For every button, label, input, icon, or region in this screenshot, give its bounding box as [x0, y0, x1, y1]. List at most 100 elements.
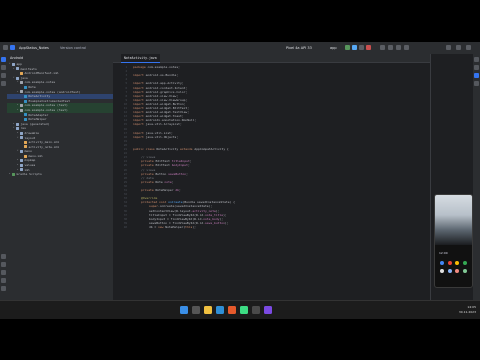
- start-menu-icon[interactable]: [180, 306, 188, 314]
- code-token: AppCompatActivity {: [194, 147, 229, 151]
- maximize-icon[interactable]: [456, 45, 461, 50]
- vcs-widget[interactable]: Version control: [58, 44, 88, 52]
- app-icon[interactable]: [440, 269, 444, 273]
- project-switcher[interactable]: AppStatus_Notes: [17, 44, 51, 52]
- run-tool-icon[interactable]: [1, 262, 6, 267]
- debug-icon[interactable]: [352, 45, 357, 50]
- commit-tool-icon[interactable]: [1, 65, 6, 70]
- app-icon[interactable]: [447, 261, 452, 265]
- project-tree: ▾ app ▾ manifests AndroidManifest.xml ▾ java ▾ c…: [7, 62, 113, 177]
- problems-icon[interactable]: [1, 286, 6, 291]
- code-line[interactable]: import android.os.Bundle;: [133, 73, 179, 78]
- package-icon: [20, 108, 23, 112]
- line-number: 40: [123, 225, 127, 229]
- search-icon[interactable]: [396, 45, 401, 50]
- file-explorer-icon[interactable]: [204, 306, 212, 314]
- code-token: Button: [155, 171, 169, 176]
- running-devices-panel: 12:00: [430, 54, 474, 310]
- project-badge-icon: [10, 45, 15, 50]
- app-icon[interactable]: [447, 269, 452, 273]
- line-number: 35: [123, 205, 127, 209]
- folder-icon: [20, 159, 23, 163]
- line-number: 30: [123, 184, 127, 188]
- run-icon[interactable]: [345, 45, 350, 50]
- device-manager-tool-icon[interactable]: [474, 81, 479, 86]
- title-bar: AppStatus_Notes Version control Pixel 4a…: [0, 42, 480, 54]
- line-number: 27: [123, 172, 127, 176]
- edge-browser-icon[interactable]: [216, 306, 224, 314]
- running-devices-icon[interactable]: [474, 73, 479, 78]
- code-line[interactable]: private NoteHelper db;: [141, 188, 181, 193]
- code-token: EditText: [155, 163, 172, 168]
- terminal-icon[interactable]: [1, 278, 6, 283]
- main-menu-icon[interactable]: [3, 45, 8, 50]
- code-token: db =: [149, 224, 159, 229]
- stop-icon[interactable]: [366, 45, 371, 50]
- tree-item-label: AndroidManifest.xml: [24, 71, 59, 76]
- code-token: ;: [186, 171, 188, 176]
- run-config-selector[interactable]: app: [328, 44, 339, 52]
- close-icon[interactable]: [466, 45, 471, 50]
- search-taskbar-icon[interactable]: [192, 306, 200, 314]
- class-icon: [24, 94, 27, 98]
- android-studio-taskbar-icon[interactable]: [240, 306, 248, 314]
- code-area[interactable]: package com.example.notes; import android…: [129, 62, 429, 310]
- app-icon[interactable]: [440, 261, 444, 265]
- tree-item[interactable]: ▸ Gradle Scripts: [7, 172, 113, 177]
- logcat-icon[interactable]: [1, 270, 6, 275]
- code-token: ;: [171, 179, 174, 184]
- folder-icon: [20, 150, 23, 154]
- code-line[interactable]: db = new NoteHelper(this);: [149, 224, 196, 230]
- code-token: );: [192, 224, 196, 229]
- code-line[interactable]: import java.util.Objects;: [133, 134, 179, 140]
- class-icon: [24, 85, 27, 89]
- code-editor[interactable]: NoteActivity.java 1 2 3 4 5 6 7 8 9 10 11 12 13 14 15 1…: [113, 54, 430, 310]
- emulator-screen[interactable]: 12:00: [434, 194, 473, 288]
- structure-tool-icon[interactable]: [1, 73, 6, 78]
- code-line[interactable]: package com.example.notes;: [133, 65, 180, 70]
- line-number: 39: [123, 221, 127, 225]
- code-token: save_button: [205, 220, 225, 225]
- app-store-icon[interactable]: [228, 306, 236, 314]
- folder-icon: [20, 136, 23, 140]
- line-number: 8: [125, 94, 127, 98]
- project-view-selector[interactable]: Android: [7, 54, 113, 62]
- settings-icon[interactable]: [404, 45, 409, 50]
- code-token: ;: [178, 188, 181, 192]
- class-icon: [24, 99, 27, 103]
- project-tool-icon[interactable]: [1, 57, 6, 62]
- line-number: 18: [123, 135, 127, 139]
- profile-icon[interactable]: [359, 45, 364, 50]
- code-line[interactable]: private Note note;: [141, 179, 174, 185]
- code-token: extends: [179, 147, 195, 151]
- line-number: 9: [125, 98, 127, 102]
- gradle-tool-icon[interactable]: [474, 65, 479, 70]
- device-manager-icon[interactable]: [388, 45, 393, 50]
- app-icon[interactable]: [455, 269, 459, 273]
- app-icon[interactable]: [455, 261, 459, 265]
- folder-icon: [16, 127, 19, 131]
- terminal-taskbar-icon[interactable]: [252, 306, 260, 314]
- sync-icon[interactable]: [380, 45, 385, 50]
- folder-icon: [16, 122, 19, 126]
- line-number: 29: [123, 180, 127, 184]
- system-tray[interactable]: 14:05 30.11.2023: [459, 305, 476, 314]
- code-token: java.util.Objects;: [145, 134, 179, 139]
- os-taskbar: 14:05 30.11.2023: [0, 300, 480, 319]
- line-number: 20: [123, 143, 127, 147]
- gradle-icon: [12, 173, 15, 177]
- resource-manager-icon[interactable]: [1, 81, 6, 86]
- ide-window: AppStatus_Notes Version control Pixel 4a…: [0, 42, 480, 318]
- device-selector[interactable]: Pixel 4a API 33: [284, 44, 314, 52]
- app-icon[interactable]: [462, 261, 467, 265]
- minimize-icon[interactable]: [446, 45, 451, 50]
- code-line[interactable]: public class NoteActivity extends AppCom…: [133, 147, 229, 152]
- left-tool-strip: [0, 54, 7, 310]
- notifications-icon[interactable]: [474, 57, 479, 62]
- code-token: android.os.Bundle;: [145, 73, 179, 78]
- build-variants-icon[interactable]: [1, 254, 6, 259]
- tray-date: 30.11.2023: [458, 309, 476, 314]
- code-line[interactable]: import java.util.ArrayList;: [133, 123, 182, 127]
- media-app-icon[interactable]: [264, 306, 272, 314]
- app-icon[interactable]: [462, 269, 467, 273]
